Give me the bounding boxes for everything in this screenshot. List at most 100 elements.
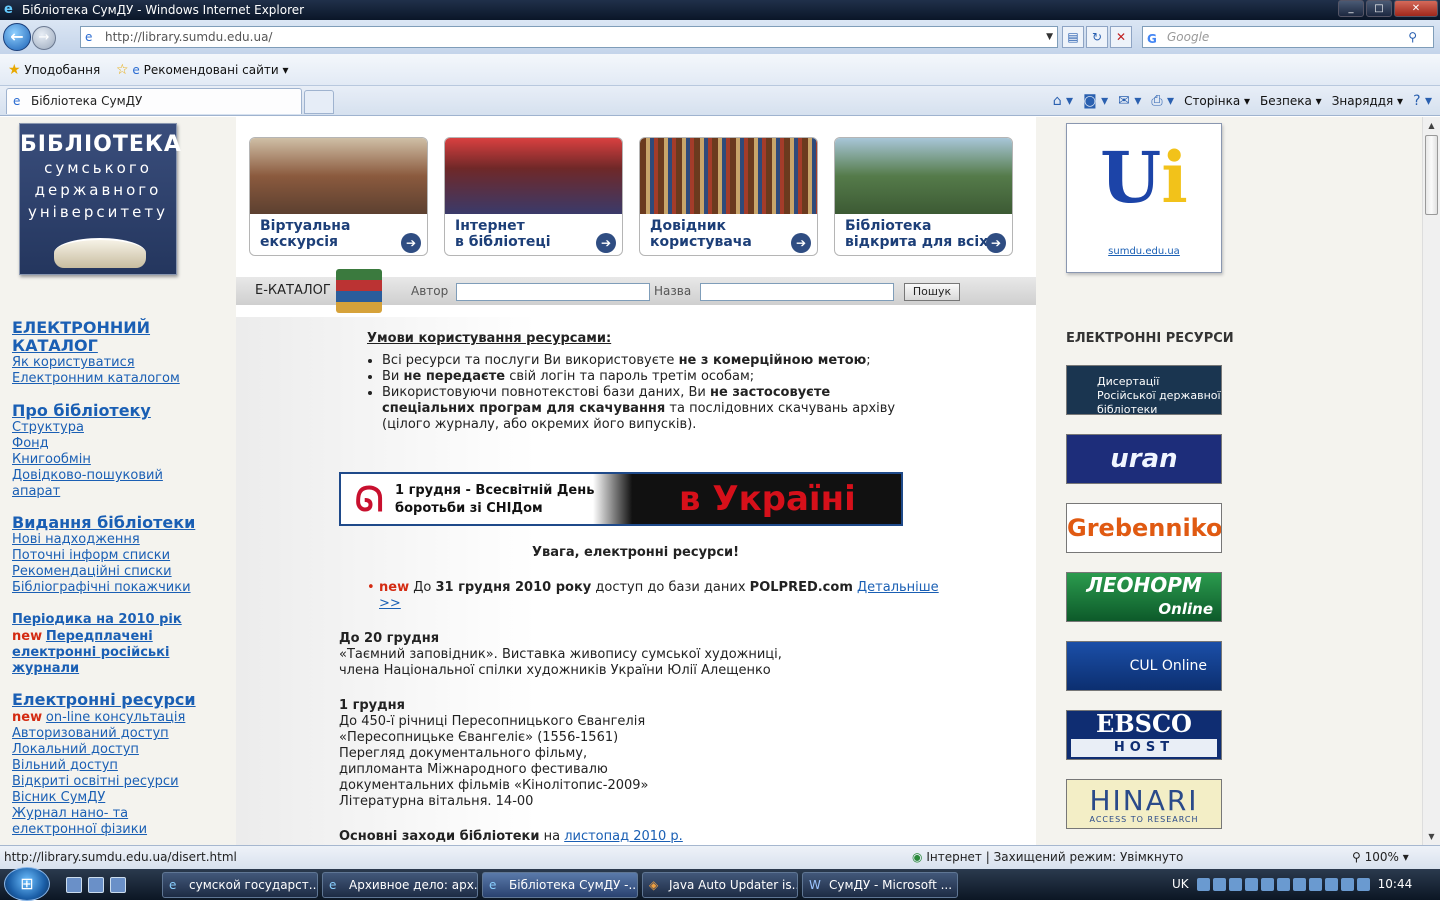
menu-link[interactable]: Поточні інформ списки	[12, 548, 222, 564]
address-bar[interactable]: e http://library.sumdu.edu.ua/ ▼	[80, 26, 1058, 48]
compatibility-icon[interactable]: ▤	[1062, 26, 1084, 48]
tile-open-library[interactable]: Бібліотека відкрита для всіх ➔	[834, 137, 1013, 256]
back-button[interactable]: ←	[3, 23, 31, 51]
print-icon[interactable]: ⎙ ▾	[1151, 93, 1174, 109]
menu-periodicals[interactable]: Періодика на 2010 рік	[12, 612, 222, 628]
tray-icon[interactable]	[1340, 878, 1354, 891]
tray-icon[interactable]	[1228, 878, 1242, 891]
menu-link[interactable]: Вільний доступ	[12, 758, 222, 774]
menu-link[interactable]: Вісник СумДУ	[12, 790, 222, 806]
menu-link[interactable]: Електронним каталогом	[12, 371, 222, 387]
maximize-button[interactable]: □	[1366, 0, 1392, 17]
new-tab-button[interactable]	[304, 90, 334, 114]
switch-windows-icon[interactable]	[88, 877, 104, 893]
zoom-control[interactable]: ⚲ 100% ▾	[1352, 846, 1409, 868]
menu-link[interactable]: on-line консультація	[46, 710, 185, 725]
resource-ebsco[interactable]: EBSCO HOST	[1066, 710, 1222, 760]
taskbar-item[interactable]: W СумДУ - Microsoft ...	[802, 872, 958, 898]
tray-icon[interactable]	[1196, 878, 1210, 891]
sumdu-link[interactable]: sumdu.edu.ua	[1067, 246, 1221, 257]
resource-hinari[interactable]: HINARI ACCESS TO RESEARCH	[1066, 779, 1222, 829]
title-input[interactable]	[700, 283, 894, 301]
menu-link[interactable]: Книгообмін	[12, 452, 222, 468]
start-button[interactable]: ⊞	[4, 867, 50, 901]
chevron-down-icon[interactable]: ▼	[1046, 27, 1053, 47]
safety-menu[interactable]: Безпека ▾	[1260, 94, 1322, 108]
arrow-right-icon[interactable]: ➔	[596, 233, 616, 253]
tray-icon[interactable]	[1260, 878, 1274, 891]
feeds-icon[interactable]: ◙ ▾	[1083, 93, 1108, 109]
menu-link[interactable]: Бібліографічні покажчики	[12, 580, 222, 596]
menu-link[interactable]: Відкриті освітні ресурси	[12, 774, 222, 790]
menu-catalog-heading[interactable]: ЕЛЕКТРОННИЙ КАТАЛОГ	[12, 319, 222, 355]
arrow-right-icon[interactable]: ➔	[791, 233, 811, 253]
clock[interactable]: 10:44	[1378, 869, 1425, 900]
close-button[interactable]: ✕	[1394, 0, 1438, 17]
vertical-scrollbar[interactable]: ▲ ▼	[1422, 117, 1440, 845]
resource-dissertations[interactable]: Дисертації Російської державної біблiоте…	[1066, 365, 1222, 415]
tray-icon[interactable]	[1308, 878, 1322, 891]
forward-button[interactable]: →	[32, 26, 56, 50]
menu-link[interactable]: Фонд	[12, 436, 222, 452]
menu-editions-heading[interactable]: Видання бібліотеки	[12, 514, 222, 532]
tile-virtual-tour[interactable]: Віртуальна екскурсія ➔	[249, 137, 428, 256]
arrow-right-icon[interactable]: ➔	[986, 233, 1006, 253]
menu-link[interactable]: Журнал нано- та	[12, 806, 222, 822]
search-button[interactable]: Пошук	[904, 283, 960, 301]
author-input[interactable]	[456, 283, 650, 301]
tray-icon[interactable]	[1212, 878, 1226, 891]
tools-menu[interactable]: Знаряддя ▾	[1332, 94, 1403, 108]
show-desktop-icon[interactable]	[66, 877, 82, 893]
menu-eresources-heading[interactable]: Електронні ресурси	[12, 691, 222, 709]
search-icon[interactable]: ⚲	[1408, 27, 1417, 47]
aids-day-banner[interactable]: ᘏ 1 грудня - Всесвітній День боротьби зі …	[339, 472, 903, 526]
mail-icon[interactable]: ✉ ▾	[1118, 93, 1141, 109]
refresh-icon[interactable]: ↻	[1086, 26, 1108, 48]
tray-icon[interactable]	[1292, 878, 1306, 891]
recommended-sites-button[interactable]: ☆ e Рекомендовані сайти ▾	[116, 54, 289, 86]
menu-link[interactable]: Довідково-пошуковий	[12, 468, 222, 484]
menu-link[interactable]: Рекомендаційні списки	[12, 564, 222, 580]
more-arrows-link[interactable]: >>	[379, 596, 401, 611]
menu-link[interactable]: Нові надходження	[12, 532, 222, 548]
arrow-right-icon[interactable]: ➔	[401, 233, 421, 253]
tab-library[interactable]: e Бібліотека СумДУ	[6, 88, 302, 114]
menu-about-heading[interactable]: Про бібліотеку	[12, 402, 222, 420]
taskbar-item[interactable]: e Архивное дело: арх...	[322, 872, 478, 898]
sumdu-logo[interactable]: Ui sumdu.edu.ua	[1066, 123, 1222, 273]
menu-link[interactable]: Авторизований доступ	[12, 726, 222, 742]
scroll-thumb[interactable]	[1425, 135, 1438, 215]
menu-link[interactable]: електронної фізики	[12, 822, 222, 838]
resource-leonorm[interactable]: ЛЕОНОРМ Online	[1066, 572, 1222, 622]
page-menu[interactable]: Сторінка ▾	[1184, 94, 1250, 108]
tray-icon[interactable]	[1324, 878, 1338, 891]
menu-prepaid[interactable]: електронні російські	[12, 645, 222, 661]
tray-icon[interactable]	[1244, 878, 1258, 891]
stop-icon[interactable]: ✕	[1110, 26, 1132, 48]
language-indicator[interactable]: UK	[1172, 869, 1189, 900]
scroll-down-icon[interactable]: ▼	[1423, 828, 1440, 845]
home-icon[interactable]: ⌂ ▾	[1053, 93, 1073, 109]
more-link[interactable]: Детальніше	[857, 580, 939, 595]
menu-link[interactable]: Структура	[12, 420, 222, 436]
tray-icon[interactable]	[1356, 878, 1370, 891]
resource-cul-online[interactable]: CUL Online	[1066, 641, 1222, 691]
resource-grebennikon[interactable]: Grebennikon	[1066, 503, 1222, 553]
taskbar-item-active[interactable]: e Бібліотека СумДУ -...	[482, 872, 638, 898]
taskbar-item[interactable]: e сумской государст...	[162, 872, 318, 898]
search-input[interactable]: G Google ⚲	[1142, 26, 1434, 48]
tile-user-guide[interactable]: Довідник користувача ➔	[639, 137, 818, 256]
tile-internet[interactable]: Інтернет в бібліотеці ➔	[444, 137, 623, 256]
library-logo[interactable]: БІБЛІОТЕКА сумського державного універси…	[19, 123, 181, 275]
resource-uran[interactable]: uran	[1066, 434, 1222, 484]
favorites-button[interactable]: ★ Уподобання	[8, 54, 100, 86]
menu-prepaid[interactable]: журнали	[12, 661, 222, 677]
menu-link[interactable]: Як користуватися	[12, 355, 222, 371]
menu-link[interactable]: апарат	[12, 484, 222, 500]
scroll-up-icon[interactable]: ▲	[1423, 117, 1440, 134]
help-icon[interactable]: ? ▾	[1413, 93, 1432, 109]
minimize-button[interactable]: _	[1338, 0, 1364, 17]
tray-icon[interactable]	[1276, 878, 1290, 891]
menu-link[interactable]: Локальний доступ	[12, 742, 222, 758]
november-link[interactable]: листопад 2010 р.	[564, 829, 683, 844]
